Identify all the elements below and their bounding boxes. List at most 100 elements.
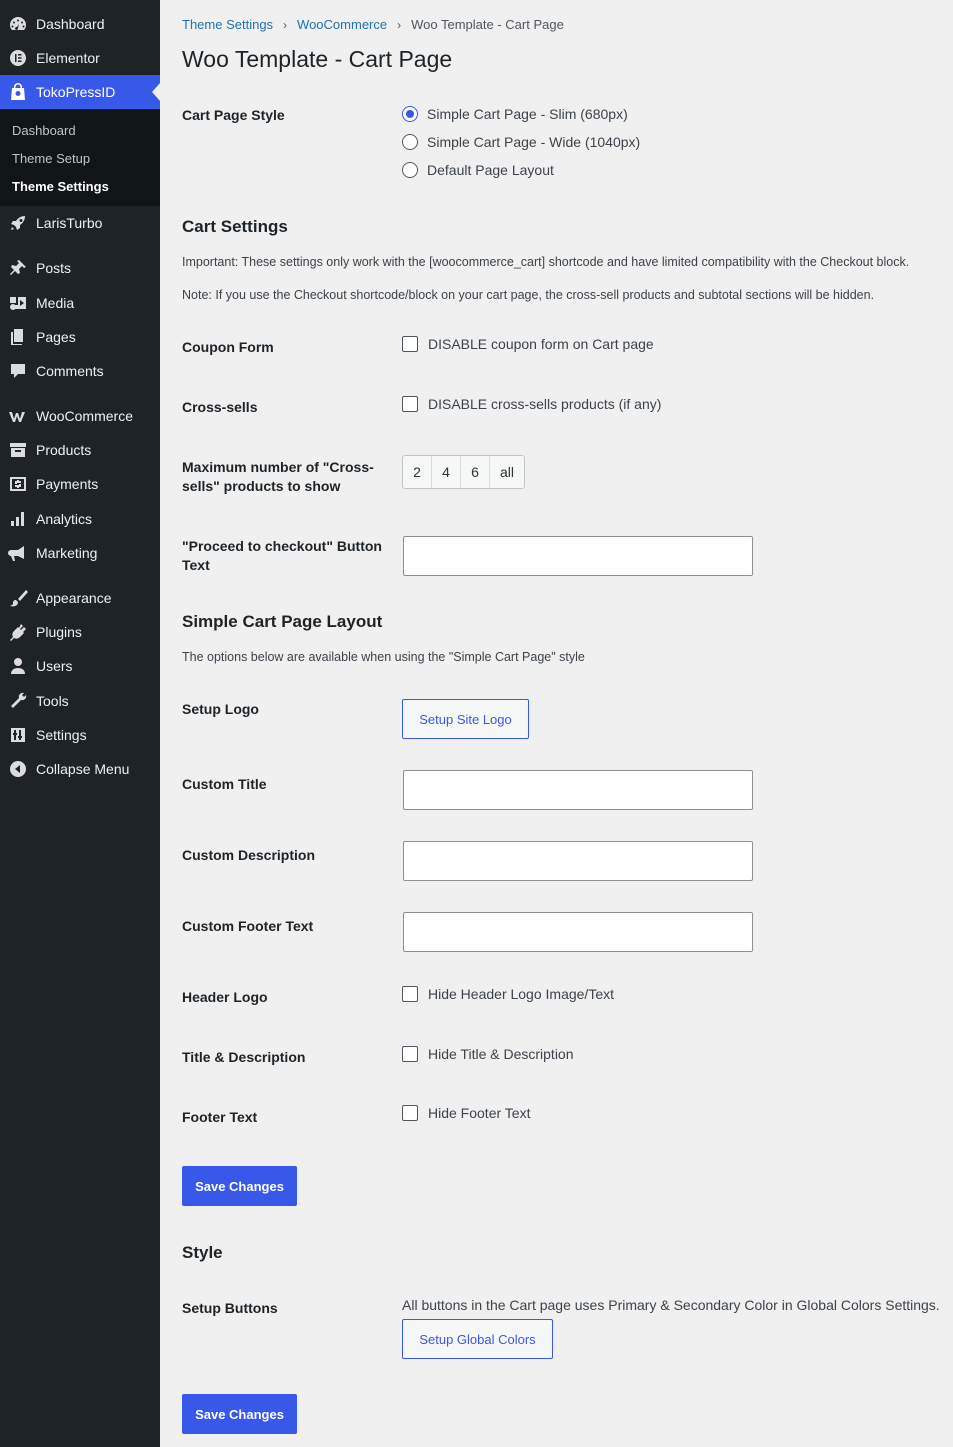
cart-settings-important: Important: These settings only work with… <box>182 255 910 269</box>
custom-footer-input[interactable] <box>403 912 753 952</box>
title-description-label: Title & Description <box>182 1049 306 1065</box>
dollar-icon <box>0 467 36 501</box>
menu-label: Settings <box>36 727 87 743</box>
menu-label: Comments <box>36 363 104 379</box>
menu-tokopressid[interactable]: TokoPressID <box>0 75 160 109</box>
menu-woocommerce[interactable]: WooCommerce <box>0 399 160 433</box>
radio-slim[interactable]: Simple Cart Page - Slim (680px) <box>402 106 628 122</box>
bar-chart-icon <box>0 502 36 536</box>
menu-label: Marketing <box>36 545 98 561</box>
menu-elementor[interactable]: Elementor <box>0 41 160 75</box>
menu-pages[interactable]: Pages <box>0 320 160 354</box>
menu-tools[interactable]: Tools <box>0 684 160 718</box>
cart-page-style-label: Cart Page Style <box>182 107 285 123</box>
submenu-theme-settings[interactable]: Theme Settings <box>12 179 109 194</box>
menu-label: Elementor <box>36 50 100 66</box>
menu-label: LarisTurbo <box>36 215 103 231</box>
menu-payments[interactable]: Payments <box>0 467 160 501</box>
menu-label: TokoPressID <box>36 84 116 100</box>
menu-media[interactable]: Media <box>0 286 160 320</box>
rocket-icon <box>0 206 36 240</box>
menu-collapse[interactable]: Collapse Menu <box>0 752 160 786</box>
count-option-6[interactable]: 6 <box>461 456 490 488</box>
menu-laristurbo[interactable]: LarisTurbo <box>0 206 160 240</box>
hide-footer-text-checkbox[interactable] <box>402 1105 418 1121</box>
active-indicator <box>152 83 160 101</box>
megaphone-icon <box>0 536 36 570</box>
page-title: Woo Template - Cart Page <box>182 46 453 72</box>
max-crosssells-label: Maximum number of "Cross-sells" products… <box>182 459 374 494</box>
custom-description-input[interactable] <box>403 841 753 881</box>
menu-label: Users <box>36 658 73 674</box>
menu-label: Dashboard <box>36 16 105 32</box>
menu-posts[interactable]: Posts <box>0 251 160 285</box>
checkbox-label: Hide Title & Description <box>428 1046 574 1062</box>
checkbox-label: DISABLE cross-sells products (if any) <box>428 396 662 412</box>
setup-site-logo-button[interactable]: Setup Site Logo <box>402 699 529 739</box>
checkout-button-text-input[interactable] <box>403 536 753 576</box>
crosssells-checkbox-row[interactable]: DISABLE cross-sells products (if any) <box>402 396 661 412</box>
count-option-4[interactable]: 4 <box>432 456 461 488</box>
admin-sidebar: Dashboard Elementor TokoPressID Dashboar… <box>0 0 160 1447</box>
save-changes-button-bottom[interactable]: Save Changes <box>182 1394 297 1434</box>
submenu-dashboard[interactable]: Dashboard <box>12 123 76 138</box>
menu-marketing[interactable]: Marketing <box>0 536 160 570</box>
sliders-icon <box>0 718 36 752</box>
main-content: Theme Settings › WooCommerce › Woo Templ… <box>160 0 953 1447</box>
save-changes-button[interactable]: Save Changes <box>182 1166 297 1206</box>
radio-wide[interactable]: Simple Cart Page - Wide (1040px) <box>402 134 640 150</box>
disable-coupon-checkbox[interactable] <box>402 336 418 352</box>
setup-global-colors-button[interactable]: Setup Global Colors <box>402 1319 553 1359</box>
hide-title-description-checkbox[interactable] <box>402 1046 418 1062</box>
disable-crosssells-checkbox[interactable] <box>402 396 418 412</box>
header-logo-checkbox-row[interactable]: Hide Header Logo Image/Text <box>402 986 614 1002</box>
count-option-all[interactable]: all <box>490 456 524 488</box>
plug-icon <box>0 615 36 649</box>
menu-label: Pages <box>36 329 76 345</box>
menu-products[interactable]: Products <box>0 433 160 467</box>
menu-label: Products <box>36 442 92 458</box>
menu-comments[interactable]: Comments <box>0 354 160 388</box>
menu-users[interactable]: Users <box>0 649 160 683</box>
custom-footer-label: Custom Footer Text <box>182 918 314 934</box>
title-description-checkbox-row[interactable]: Hide Title & Description <box>402 1046 574 1062</box>
chevron-right-icon: › <box>397 17 402 32</box>
cross-sells-label: Cross-sells <box>182 399 258 415</box>
count-option-2[interactable]: 2 <box>403 456 432 488</box>
menu-label: Appearance <box>36 590 112 606</box>
radio-default[interactable]: Default Page Layout <box>402 162 554 178</box>
breadcrumb: Theme Settings › WooCommerce › Woo Templ… <box>182 17 564 32</box>
setup-buttons-desc: All buttons in the Cart page uses Primar… <box>402 1297 940 1313</box>
radio-label: Simple Cart Page - Slim (680px) <box>427 106 628 122</box>
media-icon <box>0 286 36 320</box>
menu-label: Posts <box>36 260 72 276</box>
coupon-form-label: Coupon Form <box>182 339 274 355</box>
menu-settings[interactable]: Settings <box>0 718 160 752</box>
radio-button[interactable] <box>402 162 418 178</box>
breadcrumb-theme-settings[interactable]: Theme Settings <box>182 17 273 32</box>
wrench-icon <box>0 684 36 718</box>
footer-text-checkbox-row[interactable]: Hide Footer Text <box>402 1105 530 1121</box>
radio-button[interactable] <box>402 134 418 150</box>
footer-text-label: Footer Text <box>182 1109 258 1125</box>
menu-analytics[interactable]: Analytics <box>0 502 160 536</box>
setup-buttons-label: Setup Buttons <box>182 1300 278 1316</box>
menu-plugins[interactable]: Plugins <box>0 615 160 649</box>
header-logo-label: Header Logo <box>182 989 268 1005</box>
breadcrumb-woocommerce[interactable]: WooCommerce <box>297 17 387 32</box>
elementor-icon <box>0 41 36 75</box>
submenu-theme-setup[interactable]: Theme Setup <box>12 151 90 166</box>
checkbox-label: DISABLE coupon form on Cart page <box>428 336 654 352</box>
coupon-checkbox-row[interactable]: DISABLE coupon form on Cart page <box>402 336 654 352</box>
radio-label: Simple Cart Page - Wide (1040px) <box>427 134 641 150</box>
menu-appearance[interactable]: Appearance <box>0 581 160 615</box>
custom-title-input[interactable] <box>403 770 753 810</box>
menu-label: Analytics <box>36 511 93 527</box>
hide-header-logo-checkbox[interactable] <box>402 986 418 1002</box>
custom-description-label: Custom Description <box>182 847 316 863</box>
cart-settings-title: Cart Settings <box>182 217 288 236</box>
menu-dashboard[interactable]: Dashboard <box>0 7 160 41</box>
radio-button-checked[interactable] <box>402 106 418 122</box>
pages-icon <box>0 320 36 354</box>
shopping-bag-icon <box>0 75 36 109</box>
